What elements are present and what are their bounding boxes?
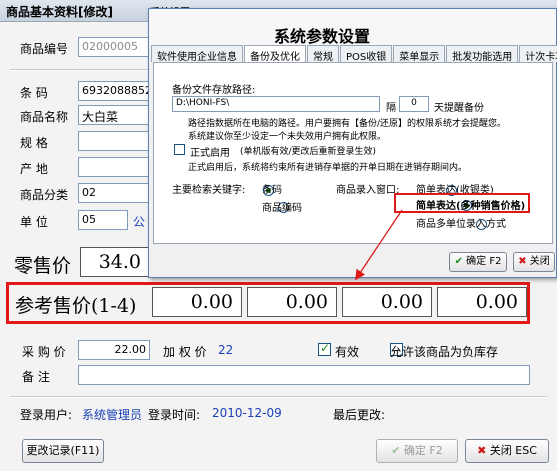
annotation-arrow [355, 209, 403, 281]
